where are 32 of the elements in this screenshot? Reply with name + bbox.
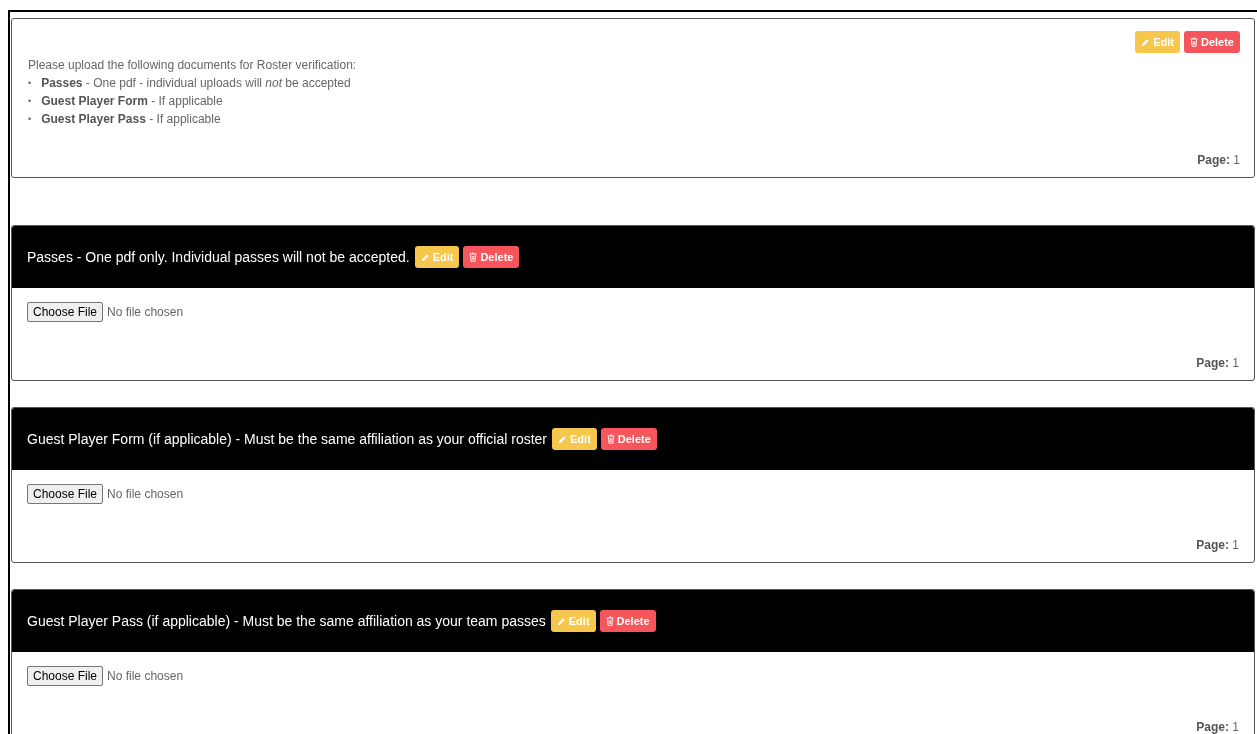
choose-file-button[interactable]: Choose File [27,302,104,322]
bullet: • [28,113,32,126]
document-list-item: Guest Player Form - If applicable [41,94,223,108]
bullet: • [28,77,32,90]
bullet: • [28,95,32,108]
trash-icon [606,434,615,444]
document-list-item: Passes - One pdf - individual uploads will not be accepted [41,76,351,90]
upload-title: Guest Player Pass (if applicable) - Must be the same affiliation as your team passes [27,613,546,629]
choose-file-button[interactable]: Choose File [27,484,104,504]
delete-button[interactable]: Delete [463,246,520,268]
page-number: Page: 1 [1197,153,1240,167]
file-status: No file chosen [107,669,184,683]
document-list-item: Guest Player Pass - If applicable [41,112,221,126]
delete-button[interactable]: Delete [1183,31,1240,53]
pencil-icon [558,434,568,444]
file-status: No file chosen [107,487,184,501]
pencil-icon [556,616,566,626]
upload-title: Guest Player Form (if applicable) - Must be the same affiliation as your official roster [27,431,548,447]
page-number: Page: 1 [1196,538,1239,552]
page-number: Page: 1 [1196,720,1239,734]
delete-button[interactable]: Delete [600,428,657,450]
trash-icon [605,616,614,626]
file-status: No file chosen [107,305,184,319]
delete-button[interactable]: Delete [599,610,656,632]
choose-file-button[interactable]: Choose File [27,666,104,686]
page-number: Page: 1 [1196,356,1239,370]
upload-title: Passes - One pdf only. Individual passes will not be accepted. [27,249,410,265]
trash-icon [469,252,478,262]
pencil-icon [420,252,430,262]
instructions-heading: Please upload the following documents for Roster verification: [28,58,358,72]
pencil-icon [1141,37,1151,47]
trash-icon [1189,37,1198,47]
